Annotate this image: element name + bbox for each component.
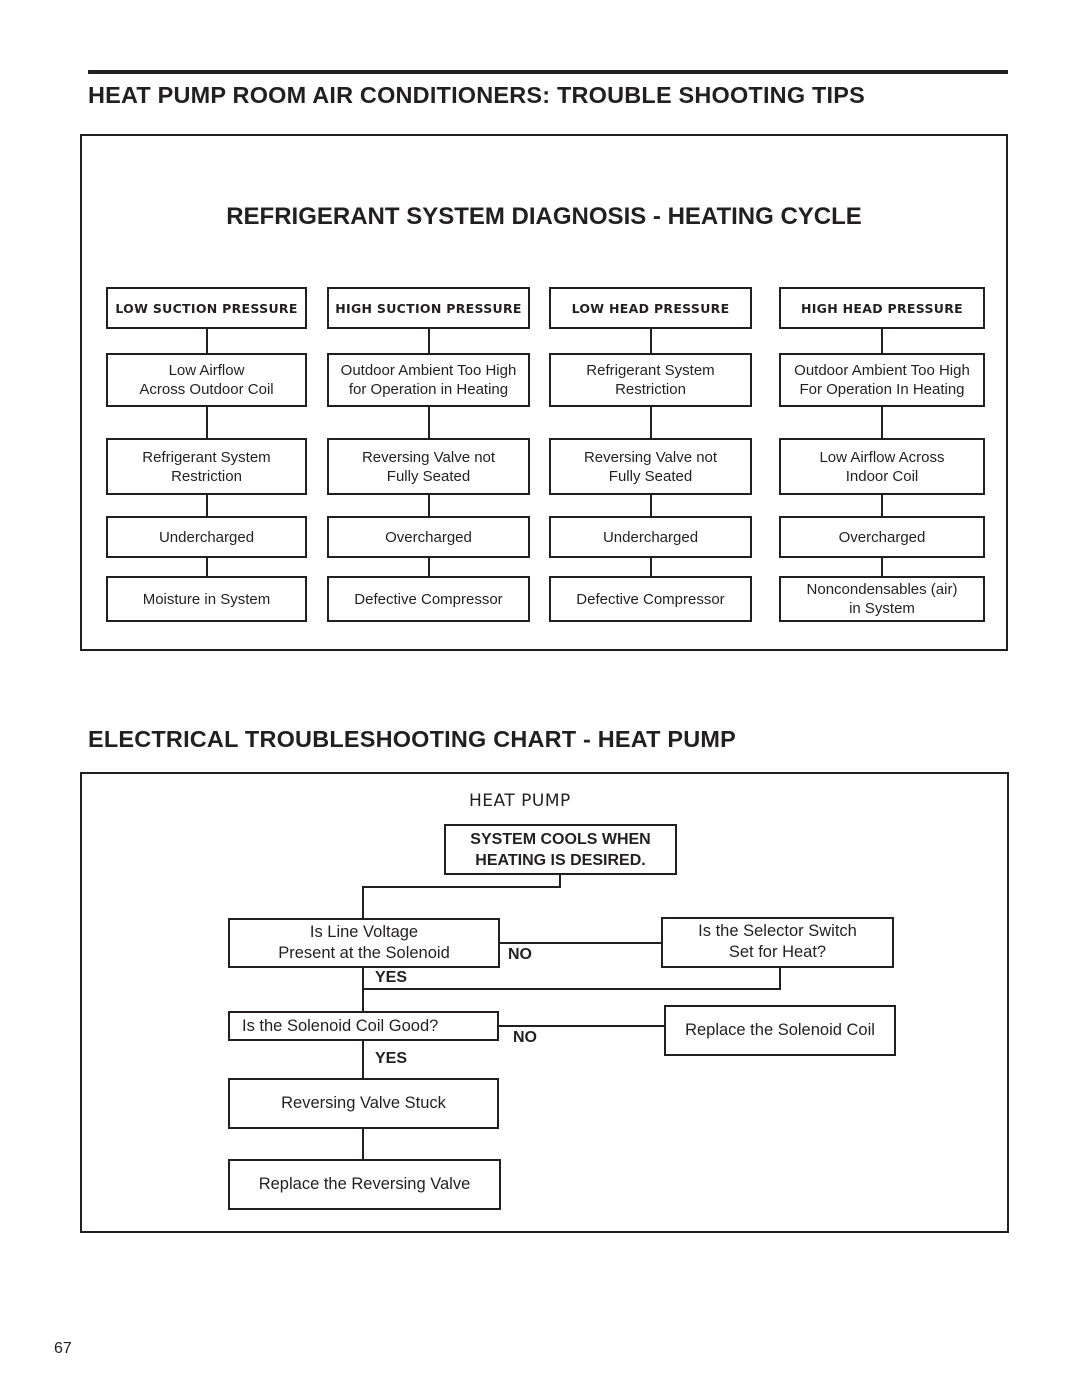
cause-box: Refrigerant System Restriction bbox=[549, 353, 752, 407]
connector bbox=[650, 494, 652, 517]
question-solenoid-coil: Is the Solenoid Coil Good? bbox=[228, 1011, 499, 1041]
main-heading: HEAT PUMP ROOM AIR CONDITIONERS: TROUBLE… bbox=[88, 82, 865, 108]
start-box-system-cools: SYSTEM COOLS WHEN HEATING IS DESIRED. bbox=[444, 824, 677, 875]
connector bbox=[362, 886, 364, 919]
connector-no bbox=[499, 942, 662, 944]
label-yes: YES bbox=[375, 1050, 408, 1067]
connector-yes bbox=[362, 967, 364, 1012]
action-replace-reversing-valve: Replace the Reversing Valve bbox=[228, 1159, 501, 1210]
electrical-heading: ELECTRICAL TROUBLESHOOTING CHART - HEAT … bbox=[88, 726, 737, 752]
connector bbox=[362, 886, 561, 888]
connector bbox=[428, 557, 430, 577]
top-rule bbox=[88, 70, 1008, 74]
cause-box: Reversing Valve not Fully Seated bbox=[549, 438, 752, 495]
cause-box: Undercharged bbox=[106, 516, 307, 558]
connector-yes bbox=[362, 1040, 364, 1080]
label-no: NO bbox=[513, 1029, 537, 1046]
connector bbox=[428, 494, 430, 517]
result-reversing-valve-stuck: Reversing Valve Stuck bbox=[228, 1078, 499, 1129]
connector bbox=[881, 328, 883, 354]
connector bbox=[206, 406, 208, 439]
heat-pump-subtitle: HEAT PUMP bbox=[469, 791, 571, 811]
cause-box: Low Airflow Across Indoor Coil bbox=[779, 438, 985, 495]
connector bbox=[881, 406, 883, 439]
connector bbox=[428, 328, 430, 354]
connector bbox=[650, 328, 652, 354]
action-replace-solenoid-coil: Replace the Solenoid Coil bbox=[664, 1005, 896, 1056]
connector bbox=[428, 406, 430, 439]
column-header: HIGH HEAD PRESSURE bbox=[779, 287, 985, 329]
question-selector-switch: Is the Selector Switch Set for Heat? bbox=[661, 917, 894, 968]
column-header: LOW SUCTION PRESSURE bbox=[106, 287, 307, 329]
page-number: 67 bbox=[54, 1340, 72, 1357]
cause-box: Overcharged bbox=[327, 516, 530, 558]
connector bbox=[650, 406, 652, 439]
cause-box: Undercharged bbox=[549, 516, 752, 558]
connector bbox=[206, 494, 208, 517]
cause-box: Outdoor Ambient Too High For Operation I… bbox=[779, 353, 985, 407]
connector bbox=[881, 494, 883, 517]
label-yes: YES bbox=[375, 969, 408, 986]
connector bbox=[881, 557, 883, 577]
connector bbox=[206, 328, 208, 354]
column-header: HIGH SUCTION PRESSURE bbox=[327, 287, 530, 329]
connector bbox=[362, 988, 781, 990]
cause-box: Low Airflow Across Outdoor Coil bbox=[106, 353, 307, 407]
connector-no bbox=[498, 1025, 665, 1027]
cause-box: Defective Compressor bbox=[327, 576, 530, 622]
cause-box: Outdoor Ambient Too High for Operation i… bbox=[327, 353, 530, 407]
connector bbox=[650, 557, 652, 577]
cause-box: Noncondensables (air) in System bbox=[779, 576, 985, 622]
cause-box: Reversing Valve not Fully Seated bbox=[327, 438, 530, 495]
label-no: NO bbox=[508, 946, 532, 963]
connector bbox=[362, 1128, 364, 1160]
cause-box: Defective Compressor bbox=[549, 576, 752, 622]
question-line-voltage: Is Line Voltage Present at the Solenoid bbox=[228, 918, 500, 968]
connector bbox=[206, 557, 208, 577]
cause-box: Refrigerant System Restriction bbox=[106, 438, 307, 495]
connector bbox=[779, 967, 781, 990]
refrigerant-diagnosis-title: REFRIGERANT SYSTEM DIAGNOSIS - HEATING C… bbox=[226, 203, 862, 230]
cause-box: Moisture in System bbox=[106, 576, 307, 622]
column-header: LOW HEAD PRESSURE bbox=[549, 287, 752, 329]
cause-box: Overcharged bbox=[779, 516, 985, 558]
